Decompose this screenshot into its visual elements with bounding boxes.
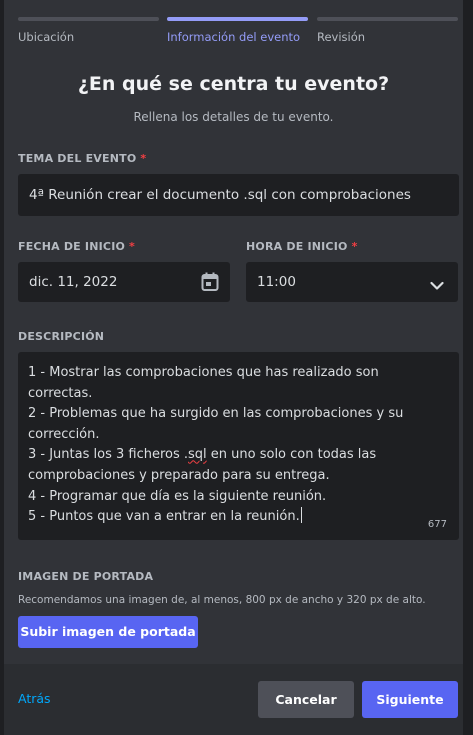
modal-subtitle: Rellena los detalles de tu evento. — [133, 110, 334, 124]
step-bar — [167, 17, 308, 21]
start-date-label: FECHA DE INICIO * — [18, 240, 135, 253]
start-time-label: HORA DE INICIO * — [246, 240, 358, 253]
next-button[interactable]: Siguiente — [362, 681, 458, 718]
start-date-label-text: FECHA DE INICIO — [18, 240, 126, 253]
step-label: Revisión — [317, 30, 366, 44]
start-time-value: 11:00 — [257, 274, 296, 290]
step-review[interactable]: Revisión — [317, 17, 458, 44]
topic-label: TEMA DEL EVENTO * — [18, 152, 146, 165]
start-date-value: dic. 11, 2022 — [29, 274, 118, 290]
description-text: 1 - Mostrar las comprobaciones que has r… — [28, 363, 423, 528]
cover-image-note: Recomendamos una imagen de, al menos, 80… — [18, 594, 426, 606]
cancel-button[interactable]: Cancelar — [258, 681, 354, 718]
description-textarea[interactable]: 1 - Mostrar las comprobaciones que has r… — [18, 352, 459, 540]
step-indicator: Ubicación Información del evento Revisió… — [18, 17, 459, 57]
topic-input[interactable]: 4ª Reunión crear el documento .sql con c… — [18, 174, 459, 216]
back-link[interactable]: Atrás — [18, 691, 51, 706]
description-line: 1 - Mostrar las comprobaciones que has r… — [28, 365, 379, 401]
required-mark: * — [351, 240, 358, 253]
modal-footer: Atrás Cancelar Siguiente — [4, 664, 463, 735]
step-bar — [18, 17, 159, 21]
required-mark: * — [129, 240, 135, 253]
chevron-down-icon — [430, 276, 444, 295]
description-line: 5 - Puntos que van a entrar en la reunió… — [28, 507, 302, 525]
char-counter: 677 — [427, 519, 447, 530]
start-time-label-text: HORA DE INICIO — [246, 240, 348, 253]
description-line: 2 - Problemas que ha surgido en las comp… — [28, 406, 404, 442]
cover-image-label: IMAGEN DE PORTADA — [18, 570, 154, 583]
description-label: DESCRIPCIÓN — [18, 330, 105, 343]
backdrop-right — [463, 0, 473, 735]
description-line-part: 5 - Puntos que van a entrar en la reunió… — [28, 509, 300, 525]
step-bar — [317, 17, 458, 21]
topic-label-text: TEMA DEL EVENTO — [18, 152, 137, 165]
step-label: Ubicación — [18, 30, 75, 44]
step-location[interactable]: Ubicación — [18, 17, 159, 44]
description-line-part: 3 - Juntas los 3 ficheros . — [28, 447, 189, 463]
upload-cover-button[interactable]: Subir imagen de portada — [18, 616, 198, 648]
step-event-info[interactable]: Información del evento — [167, 17, 308, 44]
calendar-icon[interactable] — [201, 272, 219, 296]
topic-input-value: 4ª Reunión crear el documento .sql con c… — [29, 187, 411, 203]
start-time-select[interactable]: 11:00 — [246, 262, 458, 302]
description-line: 3 - Juntas los 3 ficheros .sql en uno so… — [28, 447, 376, 483]
modal-title: ¿En qué se centra tu evento? — [77, 73, 390, 95]
create-event-modal: Ubicación Información del evento Revisió… — [4, 0, 463, 735]
text-caret — [300, 507, 302, 524]
description-line: 4 - Programar que día es la siguiente re… — [28, 488, 327, 504]
required-mark: * — [140, 152, 147, 165]
start-date-picker[interactable]: dic. 11, 2022 — [18, 262, 230, 302]
step-label: Información del evento — [167, 30, 301, 44]
spellcheck-word[interactable]: sql — [188, 447, 207, 462]
